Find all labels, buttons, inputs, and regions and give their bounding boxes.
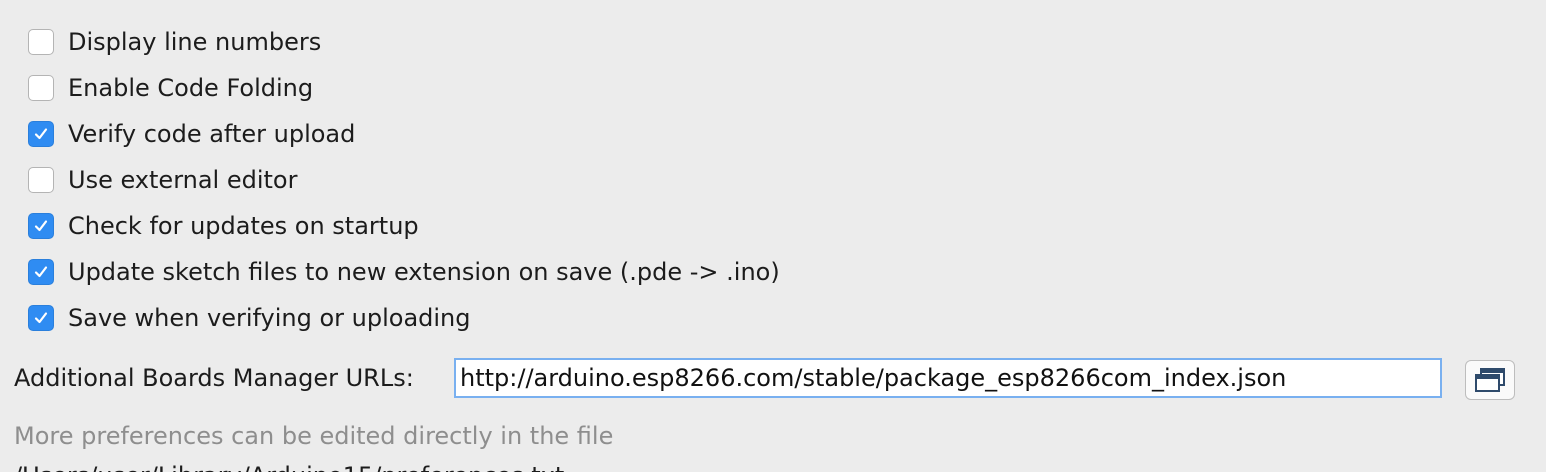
option-label: Update sketch files to new extension on … [68, 258, 780, 286]
check-for-updates-option[interactable]: Check for updates on startup [28, 211, 419, 241]
option-label: Display line numbers [68, 28, 322, 56]
display-line-numbers-option[interactable]: Display line numbers [28, 27, 321, 57]
checkmark-icon [34, 266, 48, 278]
boards-manager-urls-input[interactable] [454, 358, 1442, 398]
option-label: Use external editor [68, 166, 298, 194]
boards-manager-urls-row: Additional Boards Manager URLs: [14, 358, 1442, 398]
save-when-verifying-option[interactable]: Save when verifying or uploading [28, 303, 471, 333]
enable-code-folding-option[interactable]: Enable Code Folding [28, 73, 313, 103]
checkbox-checked[interactable] [28, 121, 54, 147]
checkbox-unchecked[interactable] [28, 75, 54, 101]
option-label: Verify code after upload [68, 120, 356, 148]
window-list-icon [1475, 368, 1505, 392]
option-label: Save when verifying or uploading [68, 304, 471, 332]
option-label: Check for updates on startup [68, 212, 419, 240]
boards-manager-urls-edit-button[interactable] [1465, 360, 1515, 400]
checkbox-unchecked[interactable] [28, 167, 54, 193]
checkmark-icon [34, 220, 48, 232]
use-external-editor-option[interactable]: Use external editor [28, 165, 297, 195]
checkbox-checked[interactable] [28, 305, 54, 331]
preferences-file-path[interactable]: /Users/user/Library/Arduino15/preference… [14, 460, 564, 472]
update-sketch-extension-option[interactable]: Update sketch files to new extension on … [28, 257, 780, 287]
checkbox-checked[interactable] [28, 259, 54, 285]
option-label: Enable Code Folding [68, 74, 314, 102]
preferences-panel: Display line numbers Enable Code Folding… [0, 0, 1546, 472]
checkbox-unchecked[interactable] [28, 29, 54, 55]
verify-code-after-upload-option[interactable]: Verify code after upload [28, 119, 355, 149]
checkbox-checked[interactable] [28, 213, 54, 239]
checkmark-icon [34, 312, 48, 324]
checkmark-icon [34, 128, 48, 140]
more-preferences-hint: More preferences can be edited directly … [14, 422, 614, 450]
boards-manager-urls-label: Additional Boards Manager URLs: [14, 364, 414, 392]
